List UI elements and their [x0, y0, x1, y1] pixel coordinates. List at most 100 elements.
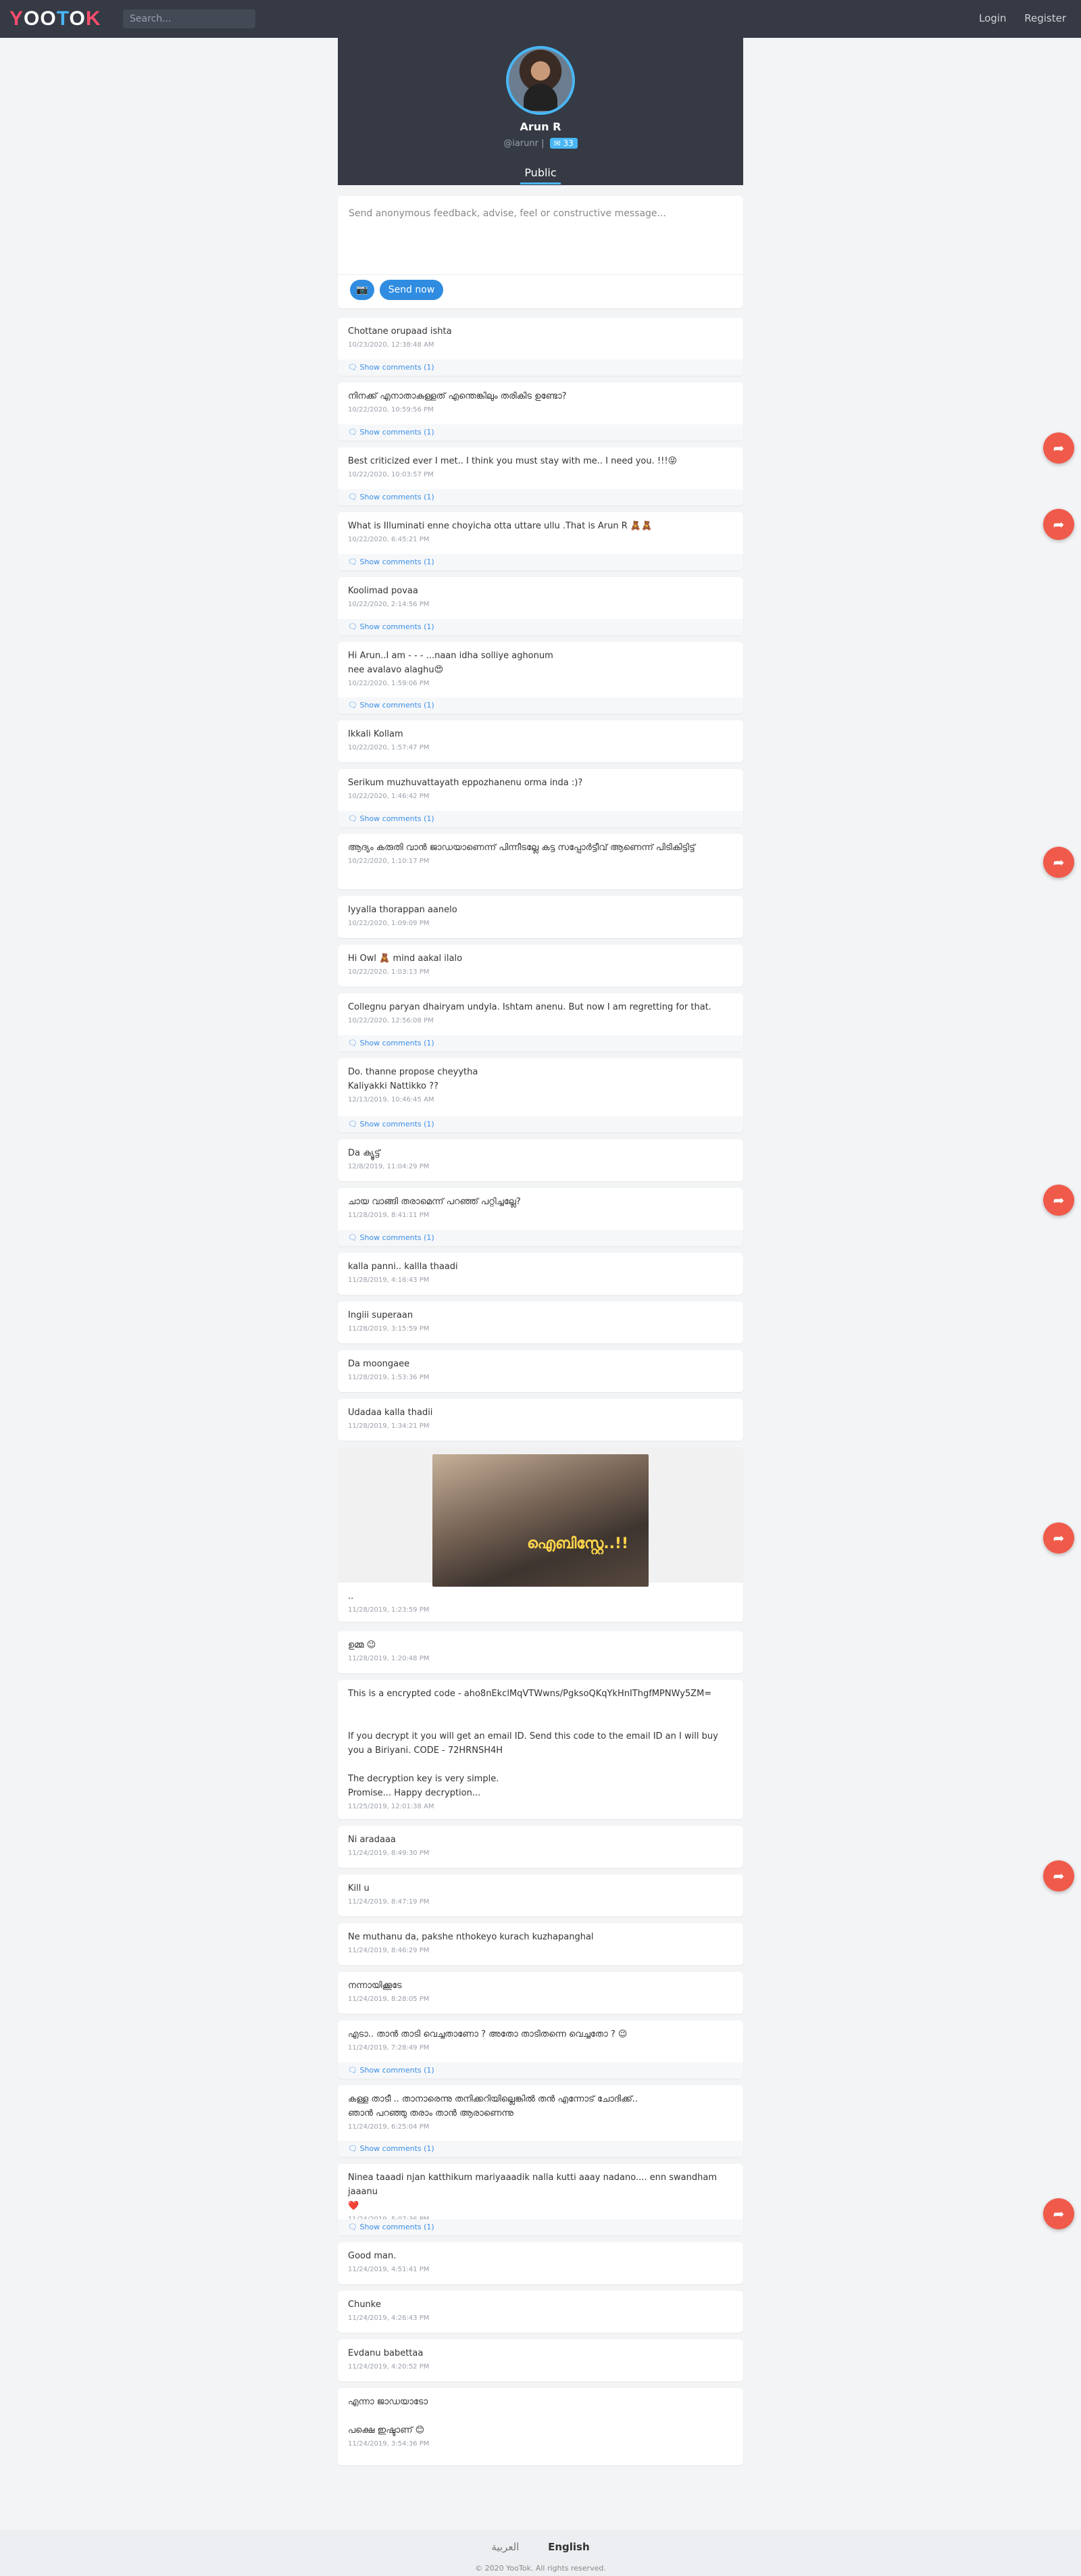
message-text: നിനക്ക് എനാതാകുള്ളത് എന്തെങ്കിലും തരികിട…	[348, 391, 567, 401]
message-card: Da ക്യൂട്ട് 12/8/2019, 11:04:29 PM	[338, 1139, 743, 1181]
message-timestamp: 10/22/2020, 6:45:21 PM	[348, 536, 430, 543]
comment-icon: 🗨	[348, 1233, 360, 1242]
message-card: Kill u 11/24/2019, 8:47:19 PM	[338, 1875, 743, 1916]
avatar-ring	[506, 46, 575, 115]
comment-icon: 🗨	[348, 814, 360, 823]
message-card: ചായ വാങ്ങി തരാമെന്ന് പറഞ്ഞ് പറ്റിച്ചല്ലേ…	[338, 1188, 743, 1246]
message-timestamp: 11/28/2019, 3:15:59 PM	[348, 1325, 430, 1333]
message-text: ഉമ്മ 😉	[348, 1640, 376, 1650]
profile-name: Arun R	[520, 120, 561, 133]
message-timestamp: 10/22/2020, 2:14:56 PM	[348, 601, 430, 608]
avatar	[509, 49, 572, 112]
share-icon: ➦	[1053, 2206, 1065, 2222]
message-text: Ne muthanu da, pakshe nthokeyo kurach ku…	[348, 1932, 594, 1942]
search-input[interactable]	[123, 9, 255, 28]
share-button[interactable]: ➦	[1043, 2198, 1074, 2229]
message-timestamp: 11/28/2019, 1:20:48 PM	[348, 1655, 430, 1662]
message-card: കള്ള താടീ .. താനാരെന്നു തനിക്കറിയില്ലെങ്…	[338, 2085, 743, 2157]
message-card: Chottane orupaad ishta 10/23/2020, 12:38:…	[338, 318, 743, 376]
message-timestamp: 11/24/2019, 8:28:05 PM	[348, 1996, 430, 2003]
show-comments-label: Show comments (1)	[359, 1039, 434, 1047]
profile-handle: @iarunr	[503, 139, 538, 149]
share-icon: ➦	[1053, 440, 1065, 456]
message-text: Kill u	[348, 1883, 370, 1893]
message-card: Collegnu paryan dhairyam undyla. Ishtam …	[338, 993, 743, 1051]
message-card: Da moongaee 11/28/2019, 1:53:36 PM	[338, 1350, 743, 1392]
share-button[interactable]: ➦	[1043, 1185, 1074, 1216]
comment-icon: 🗨	[348, 558, 360, 566]
message-text: Udadaa kalla thadii	[348, 1408, 433, 1418]
message-timestamp: 11/24/2019, 8:49:30 PM	[348, 1850, 430, 1857]
message-text: Hi Arun..I am - - - ...naan idha solliye…	[348, 651, 553, 675]
show-comments-label: Show comments (1)	[359, 1233, 434, 1242]
message-text: Da moongaee	[348, 1359, 410, 1369]
message-text: Best criticized ever I met.. I think you…	[348, 456, 678, 466]
message-text: This is a encrypted code - aho8nEkclMqVT…	[348, 1689, 718, 1798]
show-comments-link[interactable]: 🗨 Show comments (1)	[338, 489, 743, 505]
share-button[interactable]: ➦	[1043, 847, 1074, 878]
message-timestamp: 12/8/2019, 11:04:29 PM	[348, 1163, 430, 1170]
message-card: Serikum muzhuvattayath eppozhanenu orma …	[338, 769, 743, 827]
show-comments-link[interactable]: 🗨 Show comments (1)	[338, 1116, 743, 1133]
profile-header: Arun R @iarunr | ✉ 33 Public	[338, 38, 743, 185]
comment-icon: 🗨	[348, 701, 360, 710]
message-timestamp: 11/28/2019, 1:53:36 PM	[348, 1374, 430, 1381]
show-comments-label: Show comments (1)	[359, 428, 434, 437]
show-comments-link[interactable]: 🗨 Show comments (1)	[338, 554, 743, 570]
share-button[interactable]: ➦	[1043, 509, 1074, 540]
message-card: kalla panni.. kallla thaadi 11/28/2019, 4…	[338, 1253, 743, 1295]
show-comments-label: Show comments (1)	[359, 558, 434, 566]
logo[interactable]: YOOTOK	[9, 7, 101, 30]
show-comments-link[interactable]: 🗨 Show comments (1)	[338, 1035, 743, 1051]
message-card: എന്നാ ജാഡയാടോ പക്ഷെ ഇഷ്ടാണ് 😊 11/24/2019,…	[338, 2388, 743, 2465]
message-text: What is Illuminati enne choyicha otta ut…	[348, 521, 653, 531]
show-comments-link[interactable]: 🗨 Show comments (1)	[338, 697, 743, 714]
show-comments-link[interactable]: 🗨 Show comments (1)	[338, 2219, 743, 2235]
show-comments-link[interactable]: 🗨 Show comments (1)	[338, 424, 743, 441]
message-card: Do. thanne propose cheyytha Kaliyakki Na…	[338, 1058, 743, 1133]
message-card: Hi Arun..I am - - - ...naan idha solliye…	[338, 642, 743, 714]
message-timestamp: 10/22/2020, 1:46:42 PM	[348, 793, 430, 800]
share-icon: ➦	[1053, 1530, 1065, 1546]
comment-icon: 🗨	[348, 493, 360, 501]
lang-english[interactable]: English	[548, 2541, 590, 2553]
share-button[interactable]: ➦	[1043, 1860, 1074, 1891]
message-timestamp: 10/22/2020, 10:59:56 PM	[348, 406, 434, 414]
login-link[interactable]: Login	[979, 12, 1006, 24]
share-button[interactable]: ➦	[1043, 432, 1074, 464]
comment-icon: 🗨	[348, 363, 360, 372]
message-card: Good man. 11/24/2019, 4:51:41 PM	[338, 2242, 743, 2284]
show-comments-link[interactable]: 🗨 Show comments (1)	[338, 2141, 743, 2157]
show-comments-link[interactable]: 🗨 Show comments (1)	[338, 2062, 743, 2079]
show-comments-link[interactable]: 🗨 Show comments (1)	[338, 360, 743, 376]
tab-public[interactable]: Public	[338, 166, 743, 179]
show-comments-link[interactable]: 🗨 Show comments (1)	[338, 811, 743, 827]
message-card: Ni aradaaa 11/24/2019, 8:49:30 PM	[338, 1826, 743, 1868]
camera-icon: 📷	[356, 284, 368, 295]
copyright: © 2020 YooTok. All rights reserved.	[475, 2564, 606, 2573]
camera-button[interactable]: 📷	[350, 280, 374, 300]
lang-arabic[interactable]: العربية	[491, 2541, 519, 2553]
register-link[interactable]: Register	[1024, 12, 1066, 24]
show-comments-link[interactable]: 🗨 Show comments (1)	[338, 1230, 743, 1246]
message-timestamp: 12/13/2019, 10:46:45 AM	[348, 1096, 434, 1104]
share-icon: ➦	[1053, 854, 1065, 870]
show-comments-label: Show comments (1)	[359, 622, 434, 631]
share-button[interactable]: ➦	[1043, 1522, 1074, 1554]
message-timestamp: 11/28/2019, 1:23:59 PM	[348, 1606, 430, 1614]
message-card: Ingiii superaan 11/28/2019, 3:15:59 PM	[338, 1302, 743, 1343]
message-timestamp: 11/24/2019, 7:28:49 PM	[348, 2044, 430, 2052]
show-comments-link[interactable]: 🗨 Show comments (1)	[338, 619, 743, 635]
comment-icon: 🗨	[348, 622, 360, 631]
comment-icon: 🗨	[348, 2144, 360, 2153]
send-button[interactable]: Send now	[380, 280, 443, 300]
message-timestamp: 10/22/2020, 1:09:09 PM	[348, 920, 430, 927]
message-count-badge: ✉ 33	[549, 138, 578, 149]
attached-image[interactable]: ഐബിസ്റ്റേ..!!	[432, 1454, 649, 1587]
show-comments-label: Show comments (1)	[359, 493, 434, 501]
message-card: നിനക്ക് എനാതാകുള്ളത് എന്തെങ്കിലും തരികിട…	[338, 382, 743, 441]
share-icon: ➦	[1053, 1192, 1065, 1208]
message-input[interactable]	[338, 196, 743, 274]
message-text: Hi Owl 🧸 mind aakal ilalo	[348, 953, 463, 964]
show-comments-label: Show comments (1)	[359, 814, 434, 823]
